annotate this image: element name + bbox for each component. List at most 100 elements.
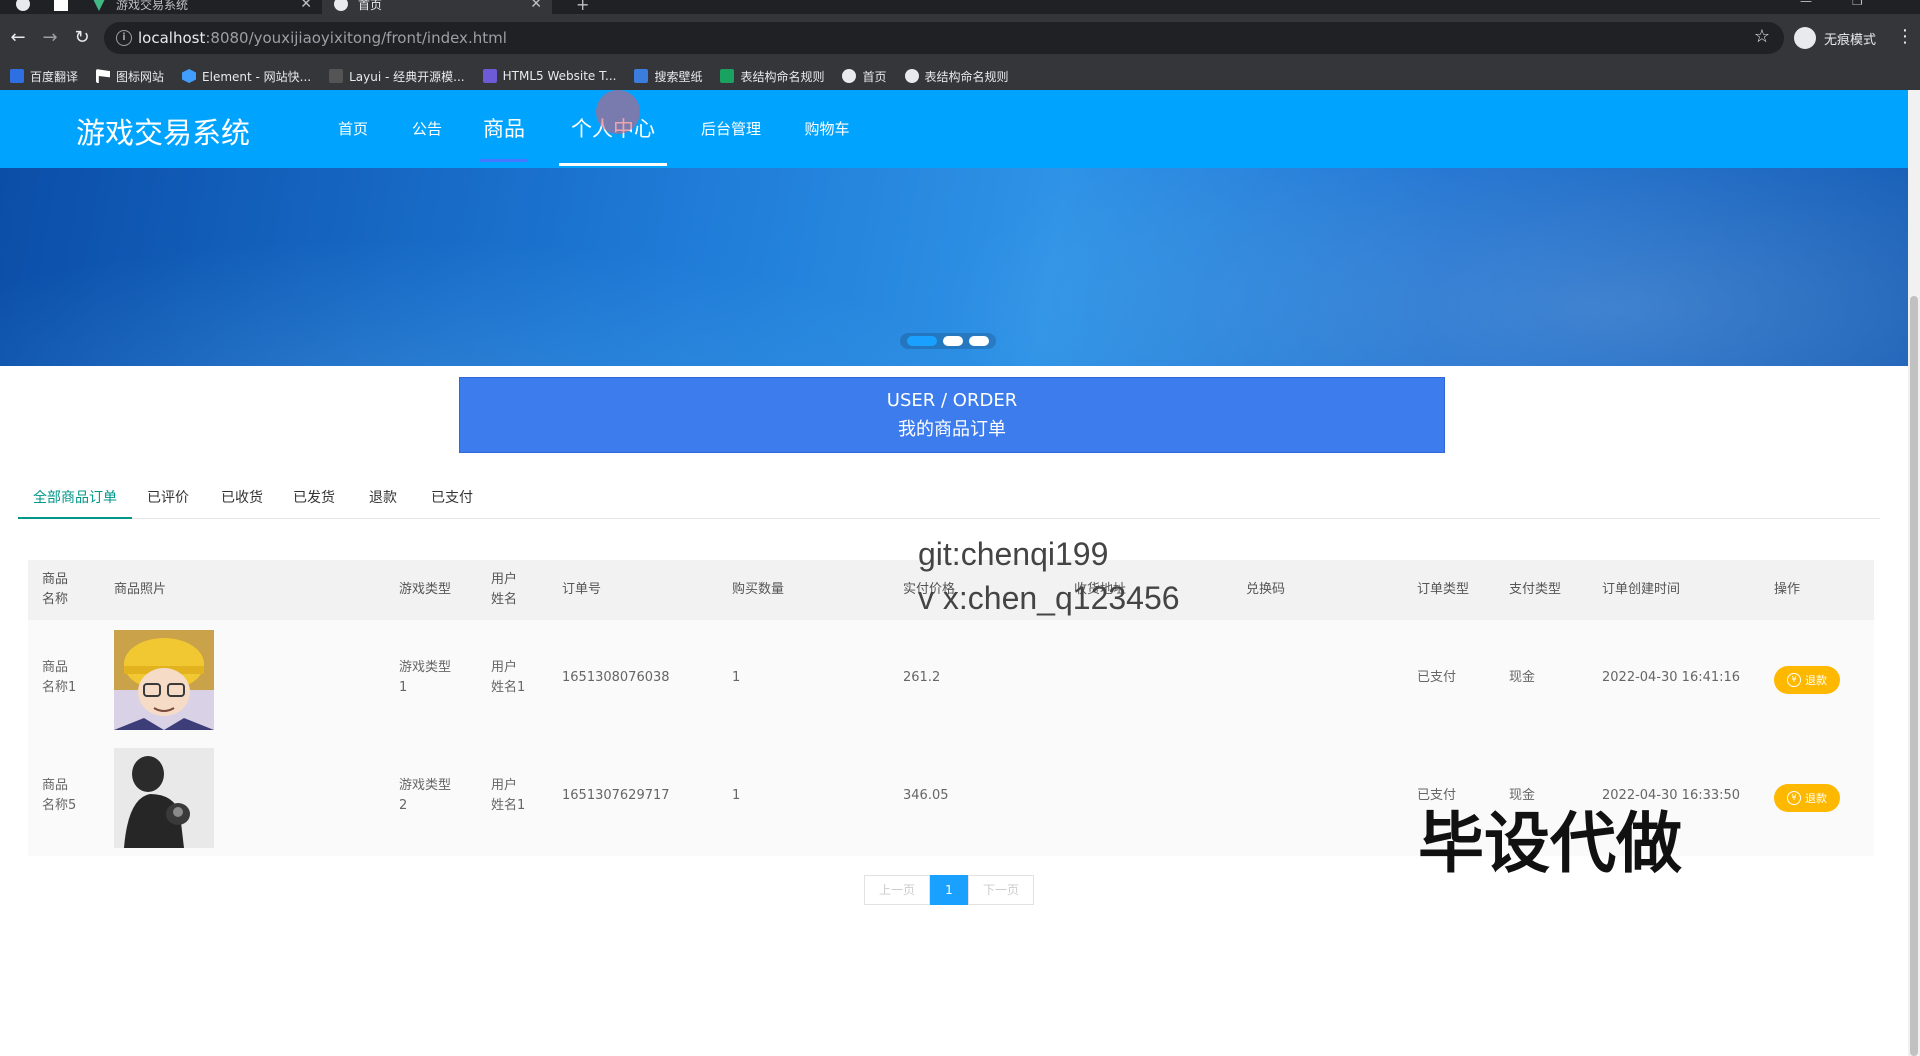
bookmark-label: 百度翻译 xyxy=(30,69,79,84)
site-logo-text[interactable]: 游戏交易系统 xyxy=(76,110,250,152)
cell-game-type: 游戏类型 2 xyxy=(399,778,452,813)
info-icon[interactable]: i xyxy=(116,30,132,46)
watermark-git: git:chenqi199 xyxy=(918,536,1109,572)
col-goods-photo: 商品照片 xyxy=(114,582,167,597)
carousel-dot[interactable] xyxy=(969,336,989,346)
wallpaper-icon xyxy=(634,69,649,83)
browser-app-icon[interactable] xyxy=(54,0,78,14)
scrollbar-thumb[interactable] xyxy=(1910,296,1918,1056)
refund-button[interactable]: ¥ 退款 xyxy=(1774,784,1840,812)
incognito-label: 无痕模式 xyxy=(1824,32,1877,48)
web-page: 游戏交易系统 首页 公告 商品 个人中心 后台管理 购物车 USER / ORD… xyxy=(0,90,1908,1056)
nav-notice[interactable]: 公告 xyxy=(410,90,444,168)
minimize-icon[interactable]: — xyxy=(1800,0,1812,8)
browser-toolbar: ← → ↻ i localhost:8080/youxijiaoyixitong… xyxy=(0,14,1920,62)
mouse-cursor-highlight xyxy=(596,90,640,134)
tab-paid[interactable]: 已支付 xyxy=(428,485,476,519)
site-header: 游戏交易系统 首页 公告 商品 个人中心 后台管理 购物车 xyxy=(0,90,1908,168)
browser-menu-icon[interactable] xyxy=(16,0,40,14)
reload-icon[interactable]: ↻ xyxy=(70,26,94,50)
page-number-button[interactable]: 1 xyxy=(930,875,968,905)
back-arrow-icon[interactable]: ← xyxy=(6,26,30,50)
close-icon[interactable]: ✕ xyxy=(530,0,542,12)
cartoon-boy-icon xyxy=(114,630,214,730)
nav-home[interactable]: 首页 xyxy=(336,90,370,168)
goods-photo[interactable] xyxy=(114,630,214,730)
nav-admin[interactable]: 后台管理 xyxy=(699,90,763,168)
translate-icon xyxy=(10,69,24,83)
new-tab-icon[interactable]: + xyxy=(576,0,589,14)
banner-carousel[interactable] xyxy=(0,168,1908,366)
page-scrollbar[interactable] xyxy=(1908,90,1920,1056)
bookmark-item[interactable]: Layui - 经典开源模... xyxy=(329,68,465,85)
browser-tabstrip: 游戏交易系统 ✕ 首页 ✕ + — ❐ xyxy=(0,0,1920,14)
bookmark-label: Element - 网站快... xyxy=(202,69,312,84)
browser-menu-icon[interactable]: ⋮ xyxy=(1896,26,1914,47)
browser-tab-1[interactable]: 游戏交易系统 ✕ xyxy=(92,0,312,14)
globe-icon xyxy=(842,69,857,83)
cell-created-time: 2022-04-30 16:41:16 xyxy=(1602,670,1741,685)
vue-icon xyxy=(92,0,106,11)
bookmark-label: HTML5 Website T... xyxy=(502,69,617,83)
url-host: localhost xyxy=(138,29,206,47)
browser-tab-title: 首页 xyxy=(358,0,383,12)
goods-photo[interactable] xyxy=(114,748,214,848)
tab-refund[interactable]: 退款 xyxy=(366,485,400,519)
close-icon[interactable]: ✕ xyxy=(300,0,312,12)
sheet-icon xyxy=(720,69,735,83)
cell-quantity: 1 xyxy=(732,788,741,803)
cell-price: 346.05 xyxy=(903,788,949,803)
html5-icon xyxy=(482,69,497,83)
carousel-dot[interactable] xyxy=(907,336,937,346)
address-bar[interactable]: i localhost:8080/youxijiaoyixitong/front… xyxy=(104,22,1784,54)
col-action: 操作 xyxy=(1774,582,1801,597)
yen-icon: ¥ xyxy=(1787,673,1801,687)
watermark-wechat: v x:chen_q123456 xyxy=(918,580,1180,616)
cell-pay-type: 现金 xyxy=(1509,670,1536,685)
tab-reviewed[interactable]: 已评价 xyxy=(144,485,192,519)
watermark-ad: 毕设代做 xyxy=(1418,806,1682,880)
browser-tab-title: 游戏交易系统 xyxy=(116,0,189,12)
incognito-indicator[interactable]: 无痕模式 xyxy=(1794,24,1876,52)
refund-button[interactable]: ¥ 退款 xyxy=(1774,666,1840,694)
col-game-type: 游戏类型 xyxy=(399,582,452,597)
bookmark-item[interactable]: HTML5 Website T... xyxy=(482,69,617,83)
table-row[interactable]: 商品 名称1 游戏类型 1 用户 姓名1 1651308076038 1 261.2 xyxy=(28,620,1874,738)
bookmark-star-icon[interactable]: ☆ xyxy=(1754,26,1770,47)
section-title-banner: USER / ORDER 我的商品订单 xyxy=(459,377,1445,453)
bookmark-item[interactable]: 搜索壁纸 xyxy=(634,68,702,85)
tab-received[interactable]: 已收货 xyxy=(218,485,266,519)
tab-shipped[interactable]: 已发货 xyxy=(290,485,338,519)
bookmark-item[interactable]: Element - 网站快... xyxy=(182,68,311,85)
col-order-type: 订单类型 xyxy=(1417,582,1470,597)
cell-user-name: 用户 姓名1 xyxy=(491,660,526,695)
bookmark-item[interactable]: 表结构命名规则 xyxy=(720,68,824,85)
silhouette-man-icon xyxy=(114,748,214,848)
prev-page-button[interactable]: 上一页 xyxy=(864,875,930,905)
maximize-icon[interactable]: ❐ xyxy=(1852,0,1863,8)
flag-icon xyxy=(96,69,111,83)
cell-order-no: 1651307629717 xyxy=(562,788,670,803)
cell-user-name: 用户 姓名1 xyxy=(491,778,526,813)
col-user-name: 用户 姓名 xyxy=(491,572,518,607)
bookmark-label: Layui - 经典开源模... xyxy=(349,69,465,84)
bookmark-label: 表结构命名规则 xyxy=(740,69,825,84)
browser-tab-2[interactable]: 首页 ✕ xyxy=(322,0,552,14)
bookmark-item[interactable]: 首页 xyxy=(842,68,887,85)
carousel-dot[interactable] xyxy=(943,336,963,346)
bookmark-item[interactable]: 表结构命名规则 xyxy=(904,68,1009,85)
col-redeem-code: 兑换码 xyxy=(1246,582,1286,597)
url-text[interactable]: localhost:8080/youxijiaoyixitong/front/i… xyxy=(138,29,507,47)
bookmark-item[interactable]: 图标网站 xyxy=(96,68,164,85)
forward-arrow-icon[interactable]: → xyxy=(38,26,62,50)
col-order-no: 订单号 xyxy=(562,582,602,597)
nav-goods[interactable]: 商品 xyxy=(480,90,528,168)
tab-all-orders[interactable]: 全部商品订单 xyxy=(18,485,132,519)
nav-cart[interactable]: 购物车 xyxy=(803,90,851,168)
section-title-en: USER / ORDER xyxy=(886,390,1018,411)
globe-icon xyxy=(904,69,919,83)
bookmark-item[interactable]: 百度翻译 xyxy=(10,68,78,85)
next-page-button[interactable]: 下一页 xyxy=(968,875,1034,905)
cell-order-no: 1651308076038 xyxy=(562,670,670,685)
col-quantity: 购买数量 xyxy=(732,582,785,597)
